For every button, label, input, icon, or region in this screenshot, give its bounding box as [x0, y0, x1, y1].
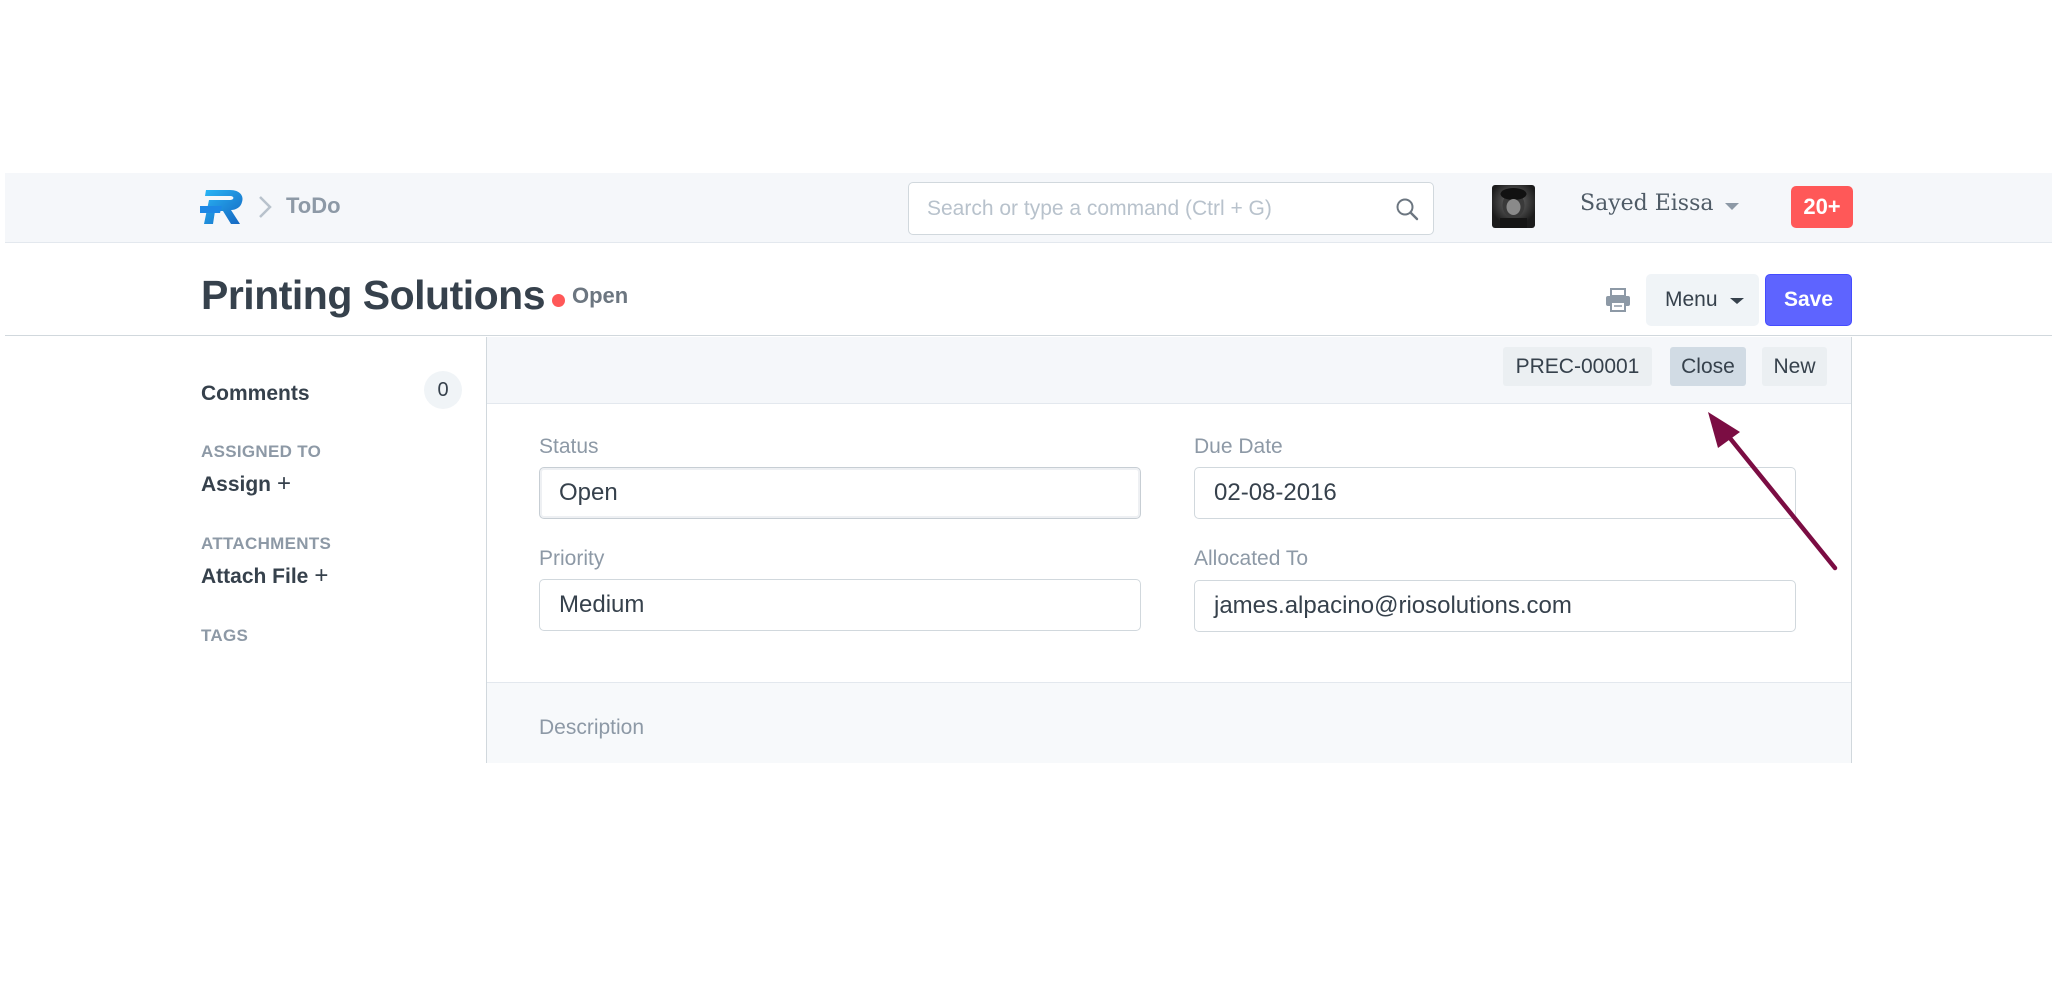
- navbar: ToDo Sayed Eissa 20+: [5, 173, 2052, 243]
- priority-select[interactable]: Medium: [539, 579, 1141, 631]
- avatar-portrait-icon: [1500, 188, 1527, 228]
- description-field-label: Description: [539, 716, 645, 739]
- menu-button[interactable]: Menu: [1646, 274, 1759, 326]
- breadcrumb-chevron-icon: [259, 196, 272, 218]
- form-toolbar: PREC-00001 Close New: [487, 337, 1851, 404]
- allocated-to-field-label: Allocated To: [1194, 547, 1309, 570]
- menu-button-label: Menu: [1665, 288, 1718, 311]
- add-attachment-icon[interactable]: +: [314, 562, 328, 589]
- breadcrumb-todo[interactable]: ToDo: [286, 193, 341, 219]
- user-avatar[interactable]: [1492, 185, 1535, 228]
- assigned-to-heading: ASSIGNED TO: [201, 442, 322, 461]
- due-date-field-label: Due Date: [1194, 435, 1283, 458]
- search-box: [908, 182, 1434, 235]
- document-id-button[interactable]: PREC-00001: [1503, 347, 1652, 386]
- tags-heading: TAGS: [201, 626, 249, 645]
- attach-file-label: Attach File: [201, 565, 309, 588]
- comments-count-badge: 0: [424, 371, 462, 409]
- allocated-to-input[interactable]: james.alpacino@riosolutions.com: [1194, 580, 1796, 632]
- assign-label: Assign: [201, 473, 272, 496]
- status-indicator-dot: [552, 294, 565, 307]
- close-button[interactable]: Close: [1670, 347, 1746, 386]
- attachments-heading: ATTACHMENTS: [201, 534, 332, 553]
- save-button[interactable]: Save: [1765, 274, 1852, 326]
- priority-field-label: Priority: [539, 547, 605, 570]
- status-select[interactable]: Open: [539, 467, 1141, 519]
- search-icon[interactable]: [1395, 197, 1419, 221]
- attach-file-link[interactable]: Attach File +: [201, 562, 328, 590]
- menu-caret-icon: [1730, 298, 1744, 304]
- form-sidebar: Comments 0 ASSIGNED TO Assign + ATTACHMEN…: [201, 337, 462, 763]
- sidebar-comments-link[interactable]: Comments: [201, 382, 310, 406]
- user-name[interactable]: Sayed Eissa: [1580, 191, 1714, 216]
- annotation-arrow-icon: [1708, 412, 1838, 571]
- status-indicator-label: Open: [572, 283, 629, 308]
- add-assign-icon[interactable]: +: [277, 470, 291, 497]
- user-dropdown-caret-icon[interactable]: [1725, 203, 1739, 210]
- assign-link[interactable]: Assign +: [201, 470, 291, 498]
- print-icon[interactable]: [1604, 288, 1632, 312]
- search-input[interactable]: [909, 183, 1433, 234]
- page-header: Printing Solutions Open Menu Save: [5, 244, 2052, 336]
- app-logo-icon[interactable]: [200, 188, 246, 226]
- description-section: Description: [487, 682, 1851, 763]
- new-button[interactable]: New: [1762, 347, 1827, 386]
- status-field-label: Status: [539, 435, 599, 458]
- page-title: Printing Solutions: [201, 272, 546, 318]
- notification-badge[interactable]: 20+: [1791, 186, 1853, 228]
- form-panel: PREC-00001 Close New Status Open Due Dat…: [486, 337, 1852, 763]
